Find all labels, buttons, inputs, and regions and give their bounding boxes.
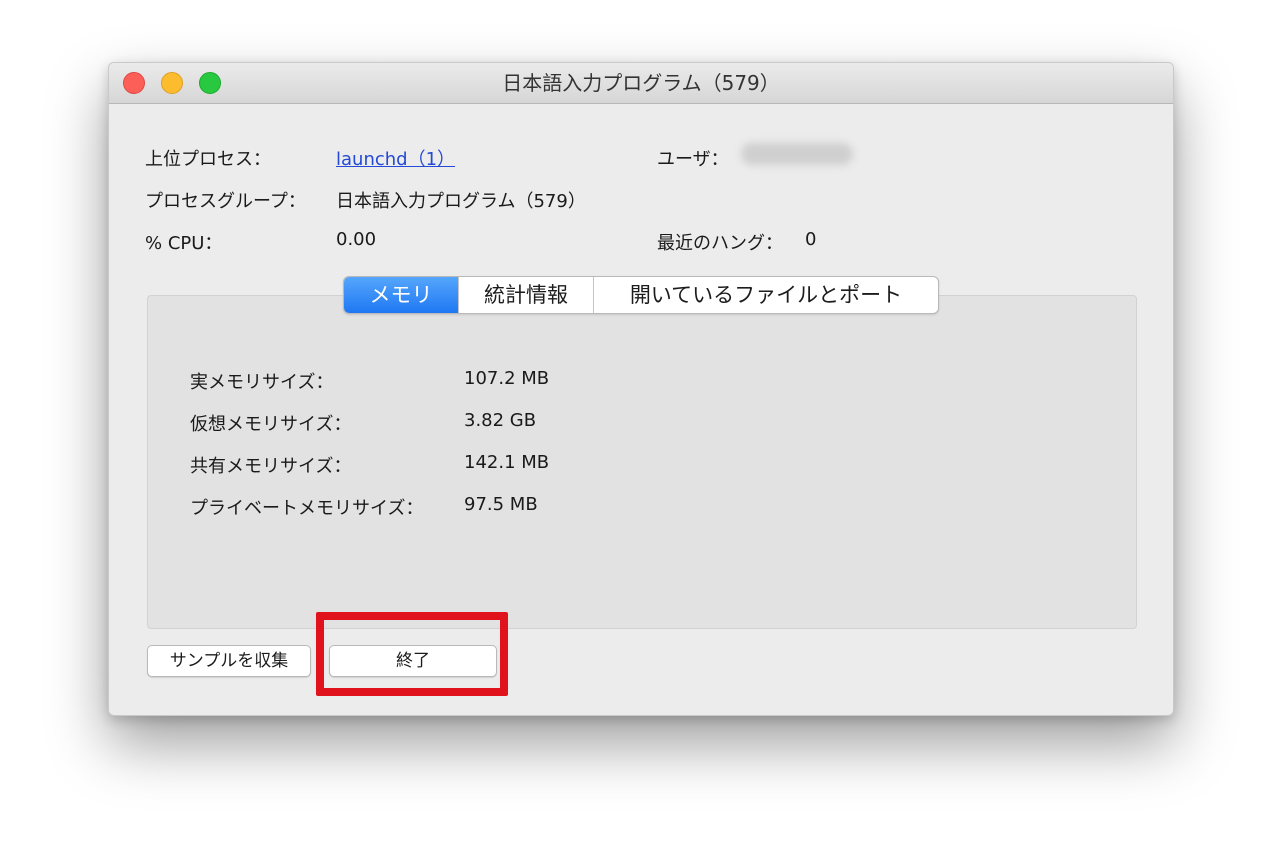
- tab-memory[interactable]: メモリ: [344, 277, 459, 313]
- memory-panel: 実メモリサイズ： 107.2 MB 仮想メモリサイズ： 3.82 GB 共有メモ…: [147, 295, 1137, 629]
- user-value-redacted: [741, 143, 853, 165]
- shared-memory-value: 142.1 MB: [464, 452, 550, 473]
- segmented-tab-control: メモリ 統計情報 開いているファイルとポート: [343, 276, 939, 314]
- recent-hangs-label: 最近のハング：: [657, 233, 783, 254]
- tab-statistics[interactable]: 統計情報: [459, 277, 594, 313]
- virtual-memory-label: 仮想メモリサイズ：: [190, 414, 352, 435]
- process-group-value: 日本語入力プログラム（579）: [336, 191, 586, 212]
- parent-process-link[interactable]: launchd（1）: [336, 145, 455, 171]
- private-memory-label: プライベートメモリサイズ：: [190, 498, 424, 519]
- parent-process-label: 上位プロセス：: [145, 149, 271, 170]
- process-info-window: 日本語入力プログラム（579） 上位プロセス： launchd（1） ユーザ： …: [108, 62, 1174, 716]
- tab-open-files-and-ports[interactable]: 開いているファイルとポート: [594, 277, 938, 313]
- cpu-value: 0.00: [336, 229, 377, 250]
- sample-process-button[interactable]: サンプルを収集: [147, 645, 311, 677]
- virtual-memory-value: 3.82 GB: [464, 410, 537, 431]
- real-memory-label: 実メモリサイズ：: [190, 372, 334, 393]
- window-title: 日本語入力プログラム（579）: [502, 71, 780, 95]
- private-memory-value: 97.5 MB: [464, 494, 538, 515]
- cpu-label: % CPU：: [145, 233, 223, 254]
- user-label: ユーザ：: [657, 149, 729, 170]
- recent-hangs-value: 0: [805, 229, 817, 250]
- title-bar[interactable]: 日本語入力プログラム（579）: [109, 63, 1173, 104]
- process-group-label: プロセスグループ：: [145, 191, 306, 212]
- real-memory-value: 107.2 MB: [464, 368, 550, 389]
- shared-memory-label: 共有メモリサイズ：: [190, 456, 352, 477]
- quit-button-highlight: [316, 612, 508, 696]
